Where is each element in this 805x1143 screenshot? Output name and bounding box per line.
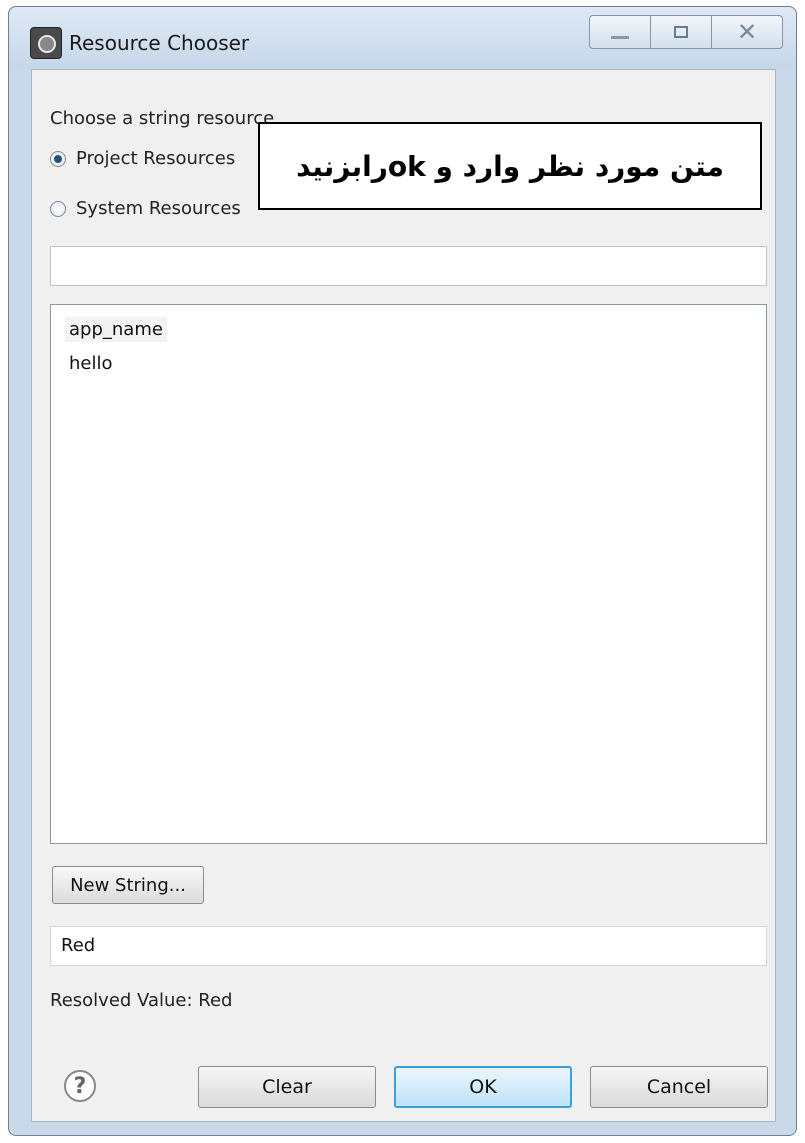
radio-project-resources[interactable]: Project Resources — [50, 148, 235, 169]
list-item[interactable]: app_name — [65, 317, 167, 342]
string-value-field[interactable]: Red — [50, 926, 767, 966]
close-icon: ✕ — [736, 18, 758, 46]
close-button[interactable]: ✕ — [711, 15, 783, 49]
resource-list[interactable]: app_name hello — [50, 304, 767, 844]
maximize-icon — [674, 26, 688, 38]
radio-unchecked-icon[interactable] — [50, 200, 66, 217]
instruction-annotation-box: متن مورد نظر وارد و okرابزنید — [258, 122, 762, 210]
ok-button[interactable]: OK — [394, 1066, 572, 1108]
minimize-button[interactable] — [589, 15, 651, 49]
radio-checked-icon[interactable] — [50, 150, 66, 167]
minimize-icon — [611, 35, 629, 39]
instruction-annotation-text: متن مورد نظر وارد و okرابزنید — [296, 149, 724, 183]
title-bar[interactable]: Resource Chooser ✕ — [9, 7, 796, 69]
dialog-content: Choose a string resource Project Resourc… — [31, 69, 776, 1122]
window-title: Resource Chooser — [69, 31, 250, 55]
eclipse-app-icon — [30, 27, 62, 59]
radio-system-resources[interactable]: System Resources — [50, 198, 241, 219]
filter-input[interactable] — [50, 246, 767, 286]
radio-project-label: Project Resources — [76, 148, 236, 169]
cancel-button[interactable]: Cancel — [590, 1066, 768, 1108]
clear-button[interactable]: Clear — [198, 1066, 376, 1108]
resolved-value-label: Resolved Value: Red — [50, 990, 233, 1011]
radio-system-label: System Resources — [76, 198, 241, 219]
choose-prompt-label: Choose a string resource — [50, 108, 275, 129]
maximize-button[interactable] — [650, 15, 712, 49]
list-item[interactable]: hello — [65, 351, 117, 376]
help-icon[interactable]: ? — [64, 1070, 96, 1102]
new-string-button[interactable]: New String... — [52, 866, 204, 904]
